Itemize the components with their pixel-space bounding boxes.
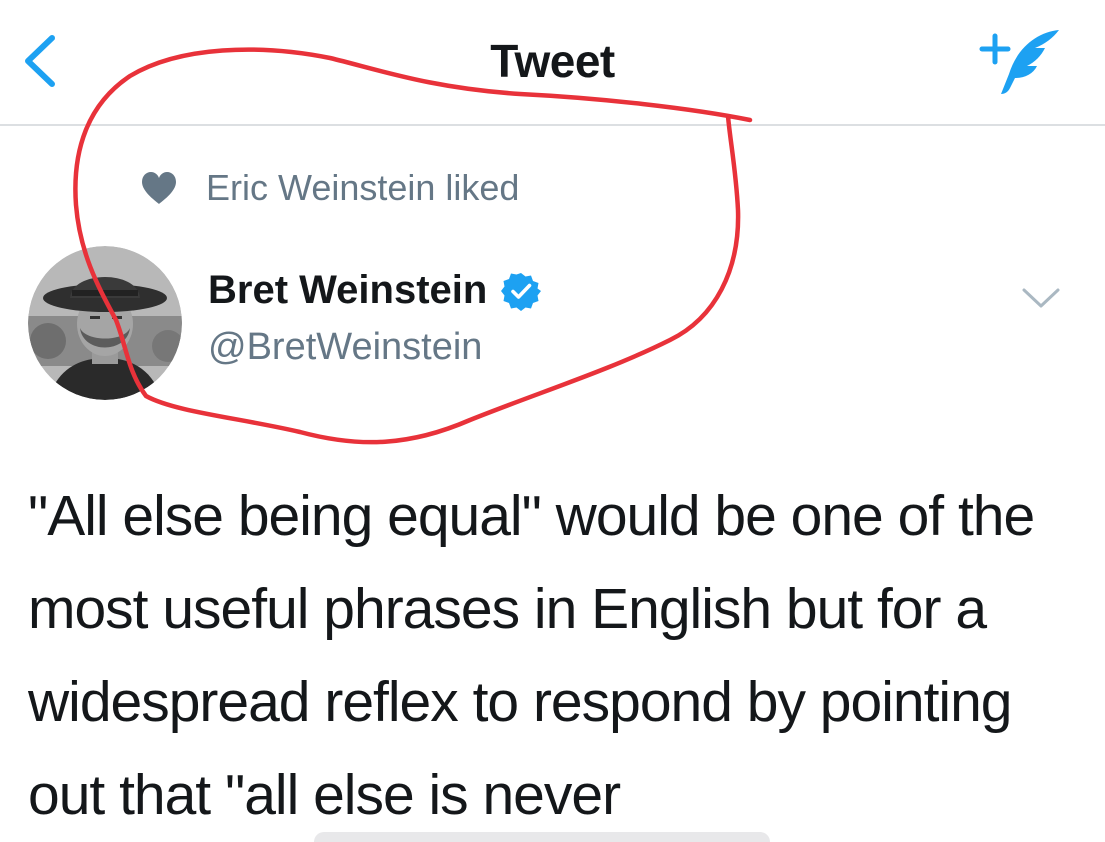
tweet-text: "All else being equal" would be one of t…	[28, 484, 1035, 827]
chevron-down-icon	[1022, 288, 1060, 308]
author-name-row[interactable]: Bret Weinstein	[208, 268, 542, 313]
social-context-text: Eric Weinstein liked	[206, 167, 520, 208]
page-title: Tweet	[490, 35, 615, 87]
tweet-options-button[interactable]	[1020, 284, 1062, 314]
author-handle[interactable]: @BretWeinstein	[208, 326, 482, 369]
compose-tweet-icon	[979, 30, 1059, 94]
verified-badge-icon	[501, 272, 542, 311]
compose-tweet-button[interactable]	[975, 22, 1065, 104]
social-context[interactable]: Eric Weinstein liked	[140, 166, 519, 210]
heart-icon	[142, 172, 176, 204]
avatar-image	[28, 246, 182, 400]
author-name: Bret Weinstein	[208, 268, 488, 312]
navigation-bar: Tweet	[0, 0, 1105, 126]
avatar[interactable]	[28, 246, 182, 400]
bottom-bar-edge	[314, 832, 770, 842]
